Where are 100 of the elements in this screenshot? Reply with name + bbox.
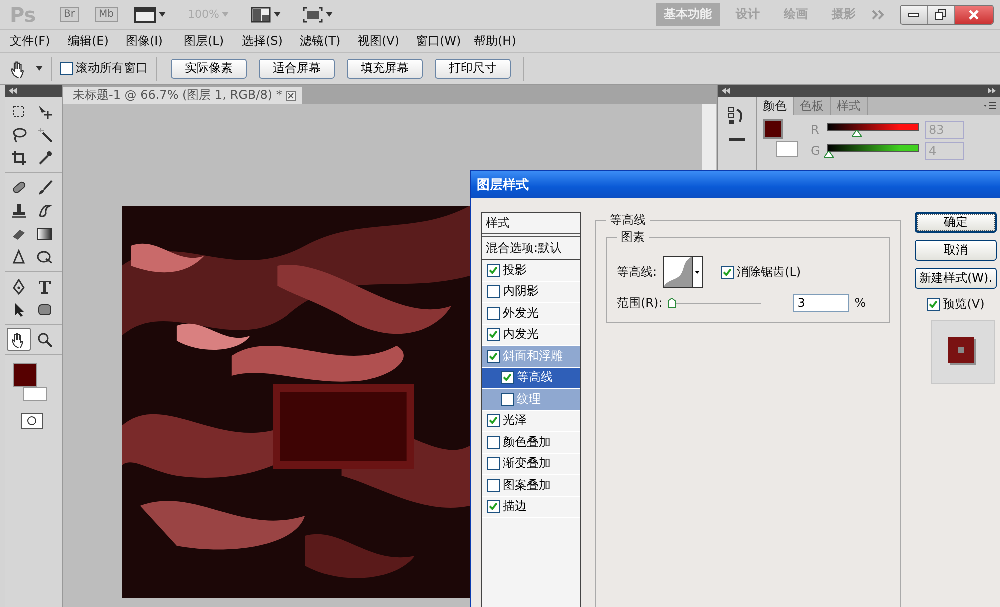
panel-tab[interactable]: 颜色 xyxy=(757,97,794,115)
magic-wand-icon xyxy=(37,126,53,142)
tool-button[interactable] xyxy=(7,328,31,351)
checkbox[interactable] xyxy=(487,285,500,298)
checkbox[interactable] xyxy=(487,478,500,492)
checkbox[interactable] xyxy=(501,392,514,406)
background-swatch[interactable] xyxy=(23,387,47,401)
effect-item[interactable]: 渐变叠加 xyxy=(482,454,580,475)
option-button[interactable]: 打印尺寸 xyxy=(435,58,511,78)
checkbox[interactable] xyxy=(60,62,73,75)
checkbox[interactable] xyxy=(487,414,500,428)
close-icon xyxy=(968,10,980,20)
option-button[interactable]: 适合屏幕 xyxy=(259,58,335,78)
collapse-icon[interactable] xyxy=(9,88,17,94)
foreground-swatch[interactable] xyxy=(13,363,37,387)
menu-item[interactable]: 选择(S) xyxy=(242,32,288,50)
crop-icon xyxy=(11,150,27,166)
menu-item[interactable]: 编辑(E) xyxy=(68,32,114,50)
option-button[interactable]: 填充屏幕 xyxy=(347,58,423,78)
restore-button[interactable] xyxy=(928,6,955,24)
dialog-button[interactable]: 确定 xyxy=(915,212,997,233)
stamp-icon xyxy=(11,202,27,218)
checkbox[interactable] xyxy=(487,328,500,342)
close-icon[interactable] xyxy=(286,90,296,100)
background-swatch[interactable] xyxy=(776,141,798,157)
expand-icon[interactable] xyxy=(988,88,996,94)
square-drawing xyxy=(948,337,978,367)
slider-thumb[interactable] xyxy=(824,150,834,158)
menu-icon[interactable] xyxy=(984,102,996,110)
effect-item[interactable]: 内阴影 xyxy=(482,282,580,303)
range-input[interactable]: 3 xyxy=(792,294,849,312)
minimize-button[interactable] xyxy=(901,6,928,24)
menu-item[interactable]: 图像(I) xyxy=(126,32,172,50)
history-brush-icon xyxy=(37,202,53,218)
menu-item[interactable]: 文件(F) xyxy=(10,32,56,50)
unit-label: % xyxy=(854,296,866,310)
checkbox[interactable] xyxy=(487,436,500,449)
checkbox[interactable] xyxy=(487,306,500,320)
type-icon xyxy=(37,278,53,294)
option-button[interactable]: 实际像素 xyxy=(171,58,247,78)
pen-icon xyxy=(11,278,27,294)
menu-item[interactable]: 滤镜(T) xyxy=(300,32,346,50)
film-icon[interactable] xyxy=(134,6,156,22)
document-tab[interactable]: 未标题-1 @ 66.7% (图层 1, RGB/8) * xyxy=(63,87,302,104)
menu-item[interactable]: 窗口(W) xyxy=(416,32,462,50)
checkbox[interactable] xyxy=(487,500,500,514)
blending-options-item[interactable]: 混合选项:默认 xyxy=(482,237,580,260)
field-label: 等高线: xyxy=(617,264,658,280)
effect-item[interactable]: 外发光 xyxy=(482,303,580,324)
contour-picker[interactable] xyxy=(663,256,704,288)
checkbox-label: 滚动所有窗口 xyxy=(76,60,148,77)
marquee-icon xyxy=(11,104,27,120)
checkbox[interactable] xyxy=(927,298,940,311)
caret-icon[interactable] xyxy=(326,12,334,17)
caret-icon[interactable] xyxy=(36,66,43,71)
checkbox[interactable] xyxy=(487,457,500,470)
layout-icon[interactable] xyxy=(251,6,272,22)
menu-item[interactable]: 图层(L) xyxy=(184,32,230,50)
range-slider[interactable] xyxy=(668,297,761,309)
search-icon xyxy=(37,332,53,348)
quick-mask-button[interactable] xyxy=(21,413,43,429)
menu-item[interactable]: 视图(V) xyxy=(358,32,404,50)
channel-slider[interactable] xyxy=(827,144,919,152)
checkbox[interactable] xyxy=(501,371,514,384)
effect-item[interactable]: 等高线 xyxy=(482,368,580,389)
triangle-icon xyxy=(11,248,27,264)
checkbox-label: 预览(V) xyxy=(943,296,985,313)
dialog-button[interactable]: 新建样式(W). xyxy=(915,268,997,289)
bridge-button[interactable]: Br xyxy=(60,7,79,22)
group-title: 图素 xyxy=(620,229,646,246)
effect-item[interactable]: 颜色叠加 xyxy=(482,432,580,454)
contour-curve-icon xyxy=(664,257,692,287)
caret-icon xyxy=(695,270,700,274)
lasso-icon xyxy=(11,126,27,142)
checkbox[interactable] xyxy=(487,264,500,277)
effect-item[interactable]: 光泽 xyxy=(482,410,580,432)
channel-label: R xyxy=(811,122,820,136)
menu-item[interactable]: 帮助(H) xyxy=(474,32,520,50)
foreground-swatch[interactable] xyxy=(763,119,783,139)
checkbox[interactable] xyxy=(487,350,500,363)
channel-slider[interactable] xyxy=(827,122,919,130)
section-title: 等高线 xyxy=(609,212,647,229)
mini-bridge-button[interactable]: Mb xyxy=(94,7,118,22)
close-button[interactable] xyxy=(955,6,993,24)
checkbox[interactable] xyxy=(721,266,734,278)
eyedropper-icon xyxy=(37,150,53,166)
slider-thumb[interactable] xyxy=(668,298,676,308)
restore-icon xyxy=(935,8,947,20)
dialog-button[interactable]: 取消 xyxy=(915,240,997,261)
rounded-rect-icon xyxy=(37,302,53,318)
circle-icon xyxy=(27,416,37,426)
caret-icon[interactable] xyxy=(274,12,282,17)
screen-mode-icon[interactable] xyxy=(303,6,324,22)
field-label: 范围(R): xyxy=(617,294,663,312)
dialog-title: 图层样式 xyxy=(471,171,1000,198)
effect-item[interactable]: 投影 xyxy=(482,260,580,282)
caret-icon[interactable] xyxy=(158,12,166,17)
collapse-icon[interactable] xyxy=(722,88,730,94)
effect-item[interactable]: 描边 xyxy=(482,496,580,518)
effect-item[interactable]: 图案叠加 xyxy=(482,475,580,496)
